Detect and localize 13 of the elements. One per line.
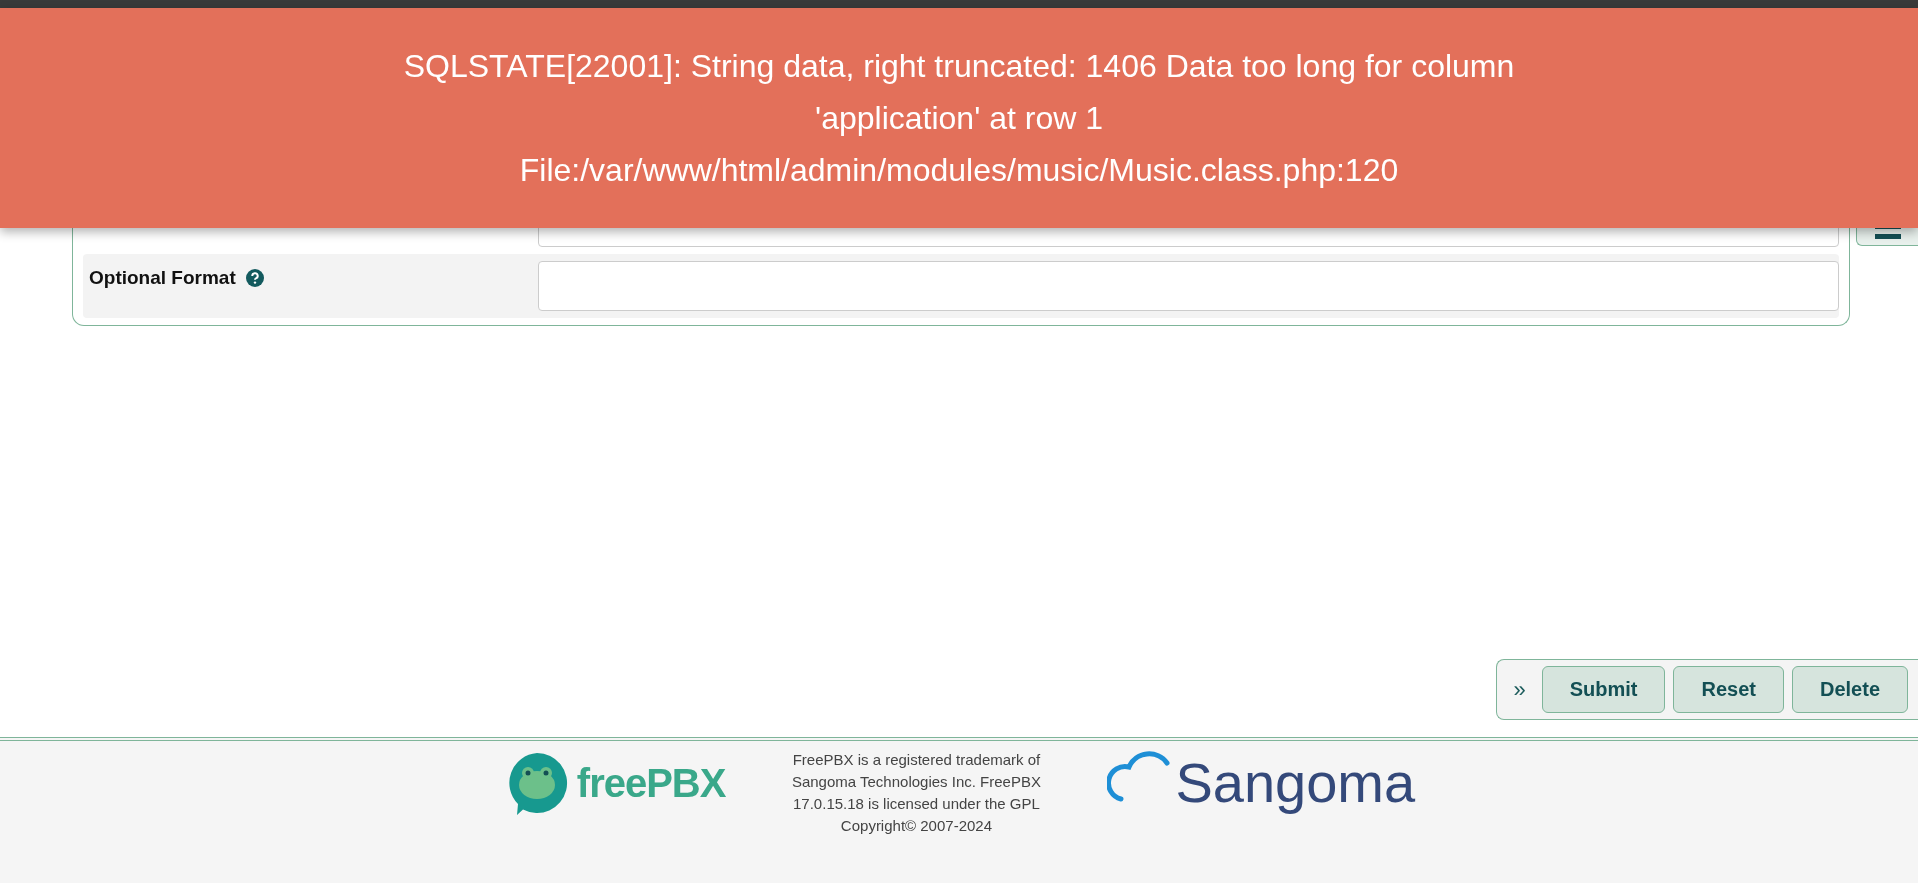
action-button[interactable]: Submit <box>1541 666 1666 713</box>
action-button[interactable]: Delete <box>1791 666 1908 713</box>
freepbx-logo: freePBX <box>576 760 726 806</box>
field-label: Optional Format <box>89 267 236 289</box>
toggle-button[interactable]: » <box>1513 676 1534 703</box>
copyright-text: Copyright© 2007-2024 <box>839 816 993 836</box>
sangoma-logo: Sangoma <box>1175 749 1416 815</box>
trademark-notice: FreePBX is a registered trademark of Sangoma Technologies Inc. FreePBX 17.0.15.18 is licensed under the GPL <box>790 750 1042 814</box>
error-message: 'application' at row 1 <box>814 99 1104 138</box>
action-button[interactable]: Reset <box>1673 666 1784 713</box>
help-icon[interactable] <box>245 269 264 287</box>
error-message: File:/var/www/html/admin/modules/music/Music.class.php:120 <box>518 151 1400 190</box>
error-message: SQLSTATE[22001]: String data, right truncated: 1406 Data too long for column <box>403 47 1515 86</box>
